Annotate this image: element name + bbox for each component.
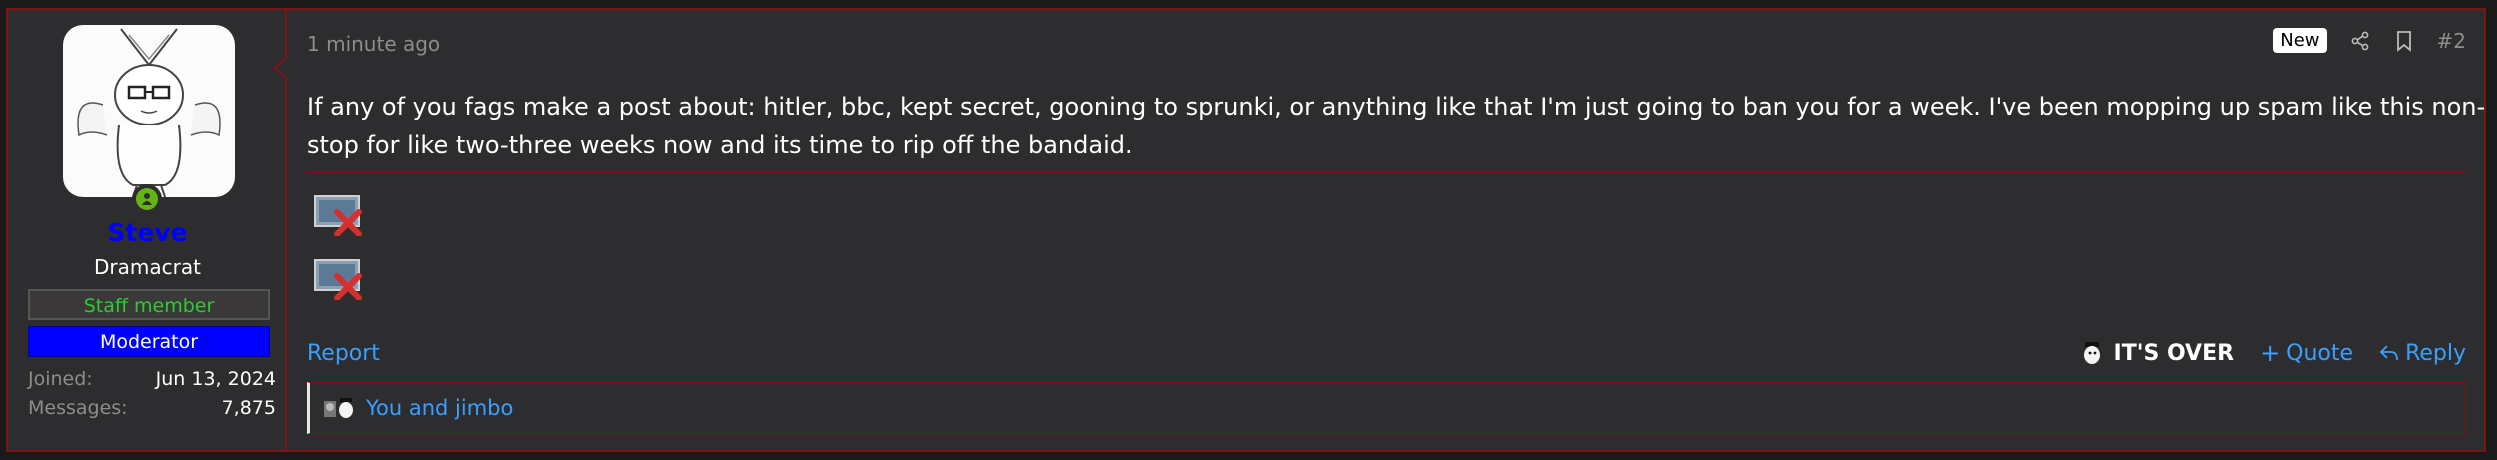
reply-button[interactable]: Reply xyxy=(2379,341,2466,366)
broken-image-icon[interactable] xyxy=(313,192,365,237)
user-icon xyxy=(142,193,152,205)
user-info-panel: Steve Dramacrat Staff member Moderator J… xyxy=(8,10,288,450)
online-status-indicator xyxy=(132,184,162,214)
forum-post: Steve Dramacrat Staff member Moderator J… xyxy=(6,8,2486,452)
moderator-banner: Moderator xyxy=(28,326,270,357)
stat-joined-label: Joined: xyxy=(28,368,93,390)
avatar-drawing xyxy=(77,28,221,197)
post-actions-top: New #2 xyxy=(2273,28,2466,53)
new-badge: New xyxy=(2273,28,2327,53)
post-number[interactable]: #2 xyxy=(2437,29,2466,53)
share-icon[interactable] xyxy=(2349,30,2371,52)
stat-messages-label: Messages: xyxy=(28,397,128,419)
stat-joined-value: Jun 13, 2024 xyxy=(155,368,276,390)
reactions-list-link[interactable]: You and jimbo xyxy=(366,396,513,420)
bookmark-icon[interactable] xyxy=(2393,30,2415,52)
user-cell-arrow xyxy=(273,56,288,80)
reaction-summary-icons xyxy=(324,398,353,418)
reply-label: Reply xyxy=(2405,340,2466,366)
avatar[interactable] xyxy=(63,25,235,197)
reactions-bar: You and jimbo xyxy=(307,382,2466,434)
reaction-button[interactable]: IT'S OVER xyxy=(2082,340,2235,366)
post-timestamp[interactable]: 1 minute ago xyxy=(307,32,440,56)
quote-button[interactable]: + Quote xyxy=(2260,341,2353,366)
username[interactable]: Steve xyxy=(8,218,287,247)
reply-icon xyxy=(2379,345,2398,361)
stat-messages: Messages: 7,875 xyxy=(28,397,276,419)
user-title: Dramacrat xyxy=(94,255,201,279)
post-message: If any of you fags make a post about: hi… xyxy=(307,93,2486,159)
staff-member-banner: Staff member xyxy=(28,289,270,320)
broken-image-icon[interactable] xyxy=(313,256,365,301)
post-footer: Report IT'S OVER + Quote Reply xyxy=(307,336,2466,370)
quote-label: Quote xyxy=(2286,340,2354,366)
post-main: 1 minute ago New #2 If any of you fags m… xyxy=(287,10,2486,450)
stat-joined: Joined: Jun 13, 2024 xyxy=(28,368,276,390)
report-link[interactable]: Report xyxy=(307,341,380,366)
message-divider xyxy=(307,172,2466,173)
reaction-label: IT'S OVER xyxy=(2113,340,2235,366)
plus-icon: + xyxy=(2260,339,2281,367)
stat-messages-value[interactable]: 7,875 xyxy=(222,397,276,419)
footer-actions: IT'S OVER + Quote Reply xyxy=(2082,340,2466,366)
reaction-face-icon xyxy=(2083,342,2100,364)
